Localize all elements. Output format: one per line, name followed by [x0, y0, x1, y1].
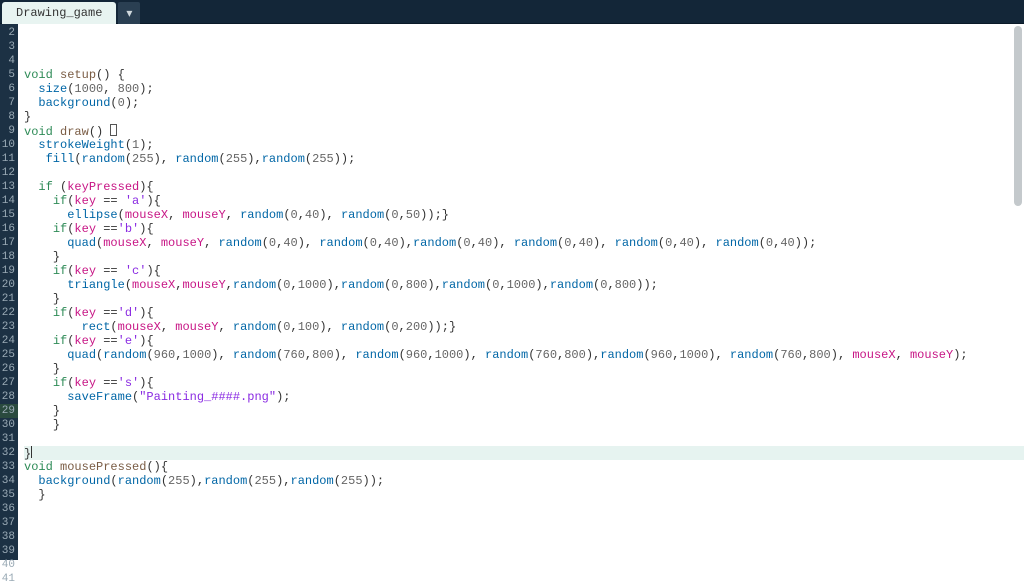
line-number: 5: [0, 68, 18, 82]
code-line[interactable]: }: [24, 404, 1024, 418]
code-line[interactable]: strokeWeight(1);: [24, 138, 1024, 152]
code-line[interactable]: if(key == 'a'){: [24, 194, 1024, 208]
line-number: 15: [0, 208, 18, 222]
line-number: 41: [0, 572, 18, 586]
line-number: 16: [0, 222, 18, 236]
code-line[interactable]: triangle(mouseX,mouseY,random(0,1000),ra…: [24, 278, 1024, 292]
code-line[interactable]: }: [24, 488, 1024, 502]
code-line[interactable]: [24, 530, 1024, 544]
line-number: 23: [0, 320, 18, 334]
file-tab[interactable]: Drawing_game: [2, 2, 116, 24]
line-number: 4: [0, 54, 18, 68]
line-number: 40: [0, 558, 18, 572]
code-line[interactable]: if(key =='d'){: [24, 306, 1024, 320]
code-area[interactable]: void setup() { size(1000, 800); backgrou…: [18, 24, 1024, 560]
line-number: 25: [0, 348, 18, 362]
line-number-gutter: 2345678910111213141516171819202122232425…: [0, 24, 18, 560]
cursor-marker: [110, 124, 117, 136]
line-number: 20: [0, 278, 18, 292]
line-number: 8: [0, 110, 18, 124]
code-line[interactable]: }: [24, 292, 1024, 306]
code-line[interactable]: void draw(): [24, 124, 1024, 138]
line-number: 24: [0, 334, 18, 348]
code-line[interactable]: fill(random(255), random(255),random(255…: [24, 152, 1024, 166]
code-line[interactable]: if(key =='b'){: [24, 222, 1024, 236]
file-tab-label: Drawing_game: [16, 6, 102, 20]
line-number: 13: [0, 180, 18, 194]
code-line[interactable]: }: [24, 250, 1024, 264]
line-number: 19: [0, 264, 18, 278]
code-line[interactable]: background(0);: [24, 96, 1024, 110]
vertical-scrollbar[interactable]: [1014, 26, 1022, 206]
line-number: 7: [0, 96, 18, 110]
line-number: 38: [0, 530, 18, 544]
code-line[interactable]: [24, 544, 1024, 558]
line-number: 11: [0, 152, 18, 166]
code-line[interactable]: quad(random(960,1000), random(760,800), …: [24, 348, 1024, 362]
code-line[interactable]: [24, 166, 1024, 180]
line-number: 17: [0, 236, 18, 250]
line-number: 21: [0, 292, 18, 306]
code-line[interactable]: [24, 502, 1024, 516]
tab-bar: Drawing_game ▾: [0, 0, 1024, 24]
code-line[interactable]: size(1000, 800);: [24, 82, 1024, 96]
code-line[interactable]: }: [24, 446, 1024, 460]
code-line[interactable]: }: [24, 362, 1024, 376]
line-number: 12: [0, 166, 18, 180]
line-number: 3: [0, 40, 18, 54]
code-line[interactable]: [24, 516, 1024, 530]
editor: 2345678910111213141516171819202122232425…: [0, 24, 1024, 560]
line-number: 30: [0, 418, 18, 432]
line-number: 22: [0, 306, 18, 320]
line-number: 14: [0, 194, 18, 208]
code-line[interactable]: ellipse(mouseX, mouseY, random(0,40), ra…: [24, 208, 1024, 222]
line-number: 31: [0, 432, 18, 446]
line-number: 10: [0, 138, 18, 152]
line-number: 35: [0, 488, 18, 502]
line-number: 34: [0, 474, 18, 488]
line-number: 37: [0, 516, 18, 530]
line-number: 6: [0, 82, 18, 96]
code-line[interactable]: quad(mouseX, mouseY, random(0,40), rando…: [24, 236, 1024, 250]
line-number: 28: [0, 390, 18, 404]
code-line[interactable]: void setup() {: [24, 68, 1024, 82]
line-number: 2: [0, 26, 18, 40]
code-line[interactable]: }: [24, 110, 1024, 124]
chevron-down-icon: ▾: [126, 6, 132, 21]
text-caret: [31, 446, 32, 458]
line-number: 26: [0, 362, 18, 376]
code-line[interactable]: if (keyPressed){: [24, 180, 1024, 194]
code-line[interactable]: saveFrame("Painting_####.png");: [24, 390, 1024, 404]
line-number: 39: [0, 544, 18, 558]
code-line[interactable]: [24, 432, 1024, 446]
code-line[interactable]: }: [24, 418, 1024, 432]
code-line[interactable]: if(key =='e'){: [24, 334, 1024, 348]
line-number: 33: [0, 460, 18, 474]
code-line[interactable]: background(random(255),random(255),rando…: [24, 474, 1024, 488]
line-number: 29: [0, 404, 18, 418]
code-line[interactable]: if(key =='s'){: [24, 376, 1024, 390]
line-number: 32: [0, 446, 18, 460]
code-line[interactable]: if(key == 'c'){: [24, 264, 1024, 278]
code-line[interactable]: void mousePressed(){: [24, 460, 1024, 474]
code-line[interactable]: rect(mouseX, mouseY, random(0,100), rand…: [24, 320, 1024, 334]
line-number: 18: [0, 250, 18, 264]
line-number: 27: [0, 376, 18, 390]
line-number: 9: [0, 124, 18, 138]
line-number: 36: [0, 502, 18, 516]
tab-dropdown-button[interactable]: ▾: [118, 2, 140, 24]
